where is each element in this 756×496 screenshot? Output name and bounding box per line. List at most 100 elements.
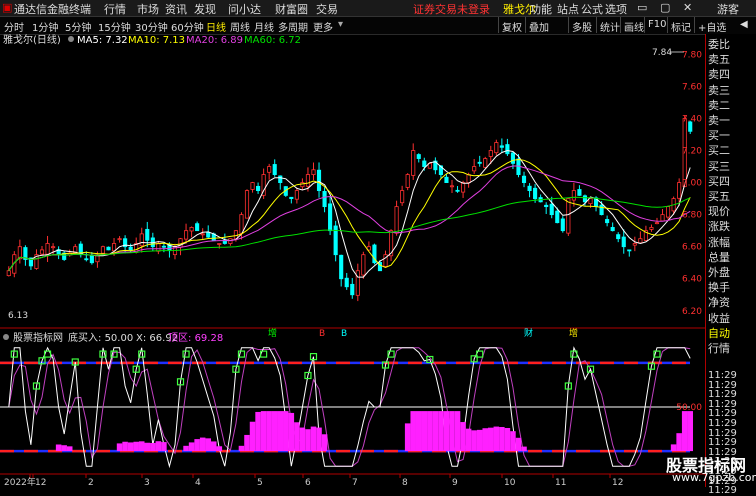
watermark-url: www.7gpzb.com xyxy=(672,471,756,484)
y-tick-label: 7.60 xyxy=(682,82,702,92)
candle xyxy=(161,245,166,248)
chevron-down-icon[interactable]: ▾ xyxy=(338,19,343,30)
histogram-bar xyxy=(432,411,439,452)
period-15min[interactable]: 15分钟 xyxy=(98,19,131,34)
btn-huaxian[interactable]: 画线 xyxy=(620,17,647,34)
candle xyxy=(200,233,205,236)
period-toolbar: 分时 1分钟 5分钟 15分钟 30分钟 60分钟 日线 周线 月线 多周期 更… xyxy=(0,17,756,35)
histogram-bar xyxy=(504,428,511,452)
event-marker[interactable]: B xyxy=(319,329,325,339)
histogram-bar xyxy=(138,441,145,452)
site-watermark: 股票指标网 www.7gpzb.com xyxy=(654,450,756,487)
candle xyxy=(328,203,333,232)
close-icon[interactable]: ✕ xyxy=(683,1,692,14)
candle xyxy=(577,189,582,196)
candle xyxy=(571,190,576,201)
chart-area[interactable]: 7.84 6.13 7.80 7.60 7.40 7.20 7.00 6.80 6.60 6.40… xyxy=(0,34,705,487)
period-monthly[interactable]: 月线 xyxy=(254,19,274,34)
histogram-bar xyxy=(460,422,466,452)
btn-biaoji[interactable]: 标记 xyxy=(667,17,694,34)
x-tick-label: 10 xyxy=(504,478,516,487)
candle xyxy=(444,176,449,183)
period-weekly[interactable]: 周线 xyxy=(230,19,250,34)
candle xyxy=(311,169,316,175)
menu-faxian[interactable]: 发现 xyxy=(194,1,216,17)
candle xyxy=(256,185,261,192)
histogram-bar xyxy=(61,445,67,452)
candle xyxy=(195,223,200,232)
candle xyxy=(45,243,50,255)
restore-icon[interactable]: ▢ xyxy=(660,1,670,14)
btn-diejia[interactable]: 叠加 xyxy=(525,17,552,34)
menu-shichang[interactable]: 市场 xyxy=(137,1,159,17)
btn-fuquan[interactable]: 复权 xyxy=(498,17,525,34)
histogram-bar xyxy=(188,442,195,452)
menu-xuanxiang[interactable]: 选项 xyxy=(605,1,627,17)
menu-jiaoyi[interactable]: 交易 xyxy=(316,1,338,17)
candle xyxy=(400,190,405,204)
quote-field-label: 涨幅 xyxy=(708,235,730,249)
indicator-title: 股票指标网 xyxy=(13,331,63,344)
period-1min[interactable]: 1分钟 xyxy=(32,19,58,34)
btn-zixuan[interactable]: +自选 xyxy=(694,17,729,34)
histogram-bar xyxy=(493,426,500,452)
period-daily[interactable]: 日线 xyxy=(206,19,226,34)
btn-f10[interactable]: F10 xyxy=(644,17,669,33)
quote-field-label: 买二 xyxy=(708,144,730,158)
login-notice[interactable]: 证券交易未登录 xyxy=(413,1,490,17)
histogram-bar xyxy=(122,441,128,452)
btn-duogu[interactable]: 多股 xyxy=(568,17,595,34)
back-arrow-icon[interactable]: ◀ xyxy=(737,17,751,33)
period-60min[interactable]: 60分钟 xyxy=(171,19,204,34)
candle xyxy=(183,230,189,240)
period-more[interactable]: 更多 xyxy=(313,19,333,34)
menu-gongneng[interactable]: 功能 xyxy=(530,1,552,17)
candle xyxy=(217,243,222,245)
histogram-bar xyxy=(155,441,162,452)
period-5min[interactable]: 5分钟 xyxy=(65,19,91,34)
high-price-label: 7.84 xyxy=(652,48,672,58)
menu-gongshi[interactable]: 公式 xyxy=(581,1,603,17)
histogram-bar xyxy=(321,434,328,452)
period-multi[interactable]: 多周期 xyxy=(278,19,308,34)
user-label[interactable]: 游客 xyxy=(717,1,739,17)
histogram-bar xyxy=(288,412,295,452)
candle xyxy=(527,185,532,192)
histogram-bar xyxy=(277,411,284,452)
candle xyxy=(244,190,250,219)
minimize-icon[interactable]: ▭ xyxy=(637,1,647,14)
event-marker[interactable]: 增 xyxy=(268,327,277,339)
menu-hangqing[interactable]: 行情 xyxy=(104,1,126,17)
histogram-bar xyxy=(454,411,461,452)
period-fenshi[interactable]: 分时 xyxy=(4,19,24,34)
event-marker[interactable]: 财 xyxy=(524,327,533,339)
histogram-bar xyxy=(127,442,134,452)
menu-zixun[interactable]: 资讯 xyxy=(165,1,187,17)
settings-dot-icon[interactable] xyxy=(68,36,74,42)
histogram-bar xyxy=(476,429,483,452)
x-tick-label: 8 xyxy=(402,478,408,487)
event-marker[interactable]: B xyxy=(341,329,347,339)
menu-wenxiaoda[interactable]: 问小达 xyxy=(228,1,261,17)
menu-caifuquan[interactable]: 财富圈 xyxy=(275,1,308,17)
histogram-bar xyxy=(199,437,206,452)
histogram-bar xyxy=(499,427,505,452)
histogram-bar xyxy=(161,442,167,452)
candle xyxy=(455,189,460,192)
period-30min[interactable]: 30分钟 xyxy=(135,19,168,34)
candle xyxy=(84,258,89,261)
btn-tongji[interactable]: 统计 xyxy=(596,17,623,34)
y-tick-label: 6.20 xyxy=(682,307,702,317)
x-tick-label: 5 xyxy=(257,478,263,487)
event-marker[interactable]: 增 xyxy=(569,327,578,339)
title-bar: ▣ 通达信金融终端 行情 市场 资讯 发现 问小达 财富圈 交易 证券交易未登录… xyxy=(0,0,756,17)
candle xyxy=(616,234,621,240)
indicator-settings-icon[interactable] xyxy=(3,334,9,340)
candle xyxy=(610,227,615,232)
histogram-bar xyxy=(144,442,151,452)
ma20-line xyxy=(8,165,691,271)
candle xyxy=(278,175,283,183)
quote-side-panel: 委比 卖五 卖四 卖三 卖二 卖一 买一 买二 买三 买四 买五 现价 涨跌 涨幅 总量 外盘 换手 净资 收益 自动… xyxy=(705,34,756,496)
menu-zhandian[interactable]: 站点 xyxy=(557,1,579,17)
histogram-bar xyxy=(205,438,211,452)
